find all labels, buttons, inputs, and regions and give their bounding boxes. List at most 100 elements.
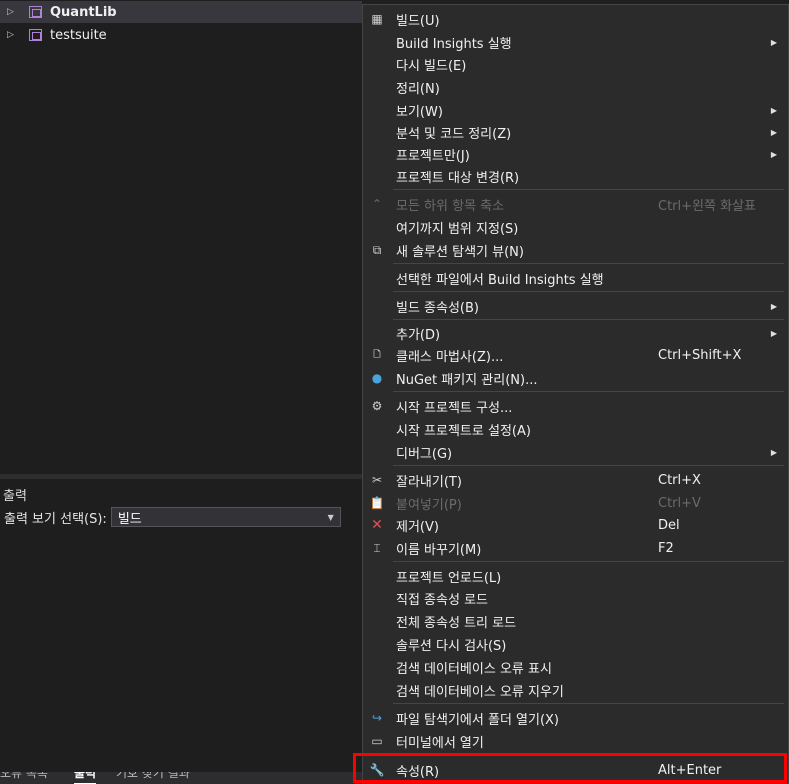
menu-item-label: 시작 프로젝트로 설정(A) <box>396 423 531 439</box>
menu-item-project-only[interactable]: 프로젝트만(J) ▶ <box>363 143 788 165</box>
project-icon <box>29 6 42 18</box>
menu-item-label: 검색 데이터베이스 오류 지우기 <box>396 684 564 700</box>
menu-item-view[interactable]: 보기(W) ▶ <box>363 99 788 121</box>
tree-item-testsuite[interactable]: ▷ testsuite <box>0 24 362 46</box>
menu-item-build[interactable]: ▦ 빌드(U) <box>363 8 788 30</box>
menu-item-label: 검색 데이터베이스 오류 표시 <box>396 661 552 677</box>
menu-item-label: 선택한 파일에서 Build Insights 실행 <box>396 272 604 288</box>
collapse-icon: ⌃ <box>371 197 383 211</box>
menu-item-unload-project[interactable]: 프로젝트 언로드(L) <box>363 565 788 587</box>
menu-item-label: 이름 바꾸기(M) <box>396 542 482 558</box>
terminal-icon: ▭ <box>371 734 383 748</box>
menu-item-collapse-all[interactable]: ⌃ 모든 하위 항목 축소 Ctrl+왼쪽 화살표 <box>363 193 788 215</box>
menu-separator <box>393 291 784 292</box>
menu-item-clean[interactable]: 정리(N) <box>363 76 788 98</box>
menu-item-class-wizard[interactable]: 🗋 클래스 마법사(Z)... Ctrl+Shift+X <box>363 344 788 366</box>
menu-item-label: 프로젝트만(J) <box>396 148 470 164</box>
output-panel: 출력 출력 보기 선택(S): 빌드 ▼ 오류 목록 출력 기호 찾기 결과 <box>0 479 362 784</box>
menu-item-retarget[interactable]: 프로젝트 대상 변경(R) <box>363 165 788 187</box>
menu-separator <box>393 189 784 190</box>
menu-item-label: 다시 빌드(E) <box>396 58 467 74</box>
tree-item-quantlib[interactable]: ▷ QuantLib <box>0 1 362 23</box>
class-wizard-icon: 🗋 <box>373 350 381 360</box>
menu-item-remove[interactable]: ✕ 제거(V) Del <box>363 514 788 536</box>
menu-separator <box>393 263 784 264</box>
menu-item-configure-startup[interactable]: ⚙ 시작 프로젝트 구성... <box>363 395 788 417</box>
menu-separator <box>393 561 784 562</box>
menu-item-label: 전체 종속성 트리 로드 <box>396 615 517 631</box>
menu-item-shortcut: Ctrl+V <box>658 495 701 511</box>
paste-icon: 📋 <box>369 496 385 510</box>
delete-icon: ✕ <box>371 517 383 533</box>
output-source-select[interactable]: 빌드 ▼ <box>110 507 341 527</box>
menu-item-label: 모든 하위 항목 축소 <box>396 198 505 214</box>
rename-icon: ⌶ <box>373 540 381 555</box>
menu-item-shortcut: Ctrl+X <box>658 472 701 488</box>
menu-separator <box>393 319 784 320</box>
highlight-box-properties <box>353 753 787 783</box>
menu-item-label: 시작 프로젝트 구성... <box>396 400 513 416</box>
menu-item-clear-db-errors[interactable]: 검색 데이터베이스 오류 지우기 <box>363 679 788 701</box>
menu-item-load-direct-deps[interactable]: 직접 종속성 로드 <box>363 587 788 609</box>
menu-item-open-in-terminal[interactable]: ▭ 터미널에서 열기 <box>363 730 788 752</box>
menu-item-open-in-explorer[interactable]: ↪ 파일 탐색기에서 폴더 열기(X) <box>363 707 788 729</box>
output-source-label: 출력 보기 선택(S): <box>4 511 107 527</box>
menu-item-show-db-errors[interactable]: 검색 데이터베이스 오류 표시 <box>363 656 788 678</box>
output-panel-title: 출력 <box>3 489 27 504</box>
submenu-arrow-icon: ▶ <box>770 37 777 47</box>
menu-item-rescan-solution[interactable]: 솔루션 다시 검사(S) <box>363 633 788 655</box>
output-source-value: 빌드 <box>117 511 142 527</box>
menu-item-paste[interactable]: 📋 붙여넣기(P) Ctrl+V <box>363 492 788 514</box>
menu-item-shortcut: Ctrl+왼쪽 화살표 <box>658 198 756 214</box>
tab-error-list[interactable]: 오류 목록 <box>0 772 48 783</box>
menu-item-run-build-insights[interactable]: Build Insights 실행 ▶ <box>363 31 788 53</box>
menu-item-shortcut: F2 <box>658 540 674 556</box>
submenu-arrow-icon: ▶ <box>770 447 777 457</box>
menu-item-label: 빌드 종속성(B) <box>396 300 479 316</box>
menu-item-label: 추가(D) <box>396 327 441 343</box>
tab-find-symbol-results[interactable]: 기호 찾기 결과 <box>116 772 190 783</box>
menu-item-rebuild[interactable]: 다시 빌드(E) <box>363 53 788 75</box>
menu-item-label: 디버그(G) <box>396 446 453 462</box>
menu-item-cut[interactable]: ✂ 잘라내기(T) Ctrl+X <box>363 469 788 491</box>
submenu-arrow-icon: ▶ <box>770 149 777 159</box>
scissors-icon: ✂ <box>371 473 383 487</box>
menu-item-build-insights-selected[interactable]: 선택한 파일에서 Build Insights 실행 <box>363 267 788 289</box>
menu-item-add[interactable]: 추가(D) ▶ <box>363 322 788 344</box>
menu-item-label: 빌드(U) <box>396 13 440 29</box>
menu-item-build-dependencies[interactable]: 빌드 종속성(B) ▶ <box>363 295 788 317</box>
menu-separator <box>393 391 784 392</box>
menu-item-analyze-cleanup[interactable]: 분석 및 코드 정리(Z) ▶ <box>363 121 788 143</box>
menu-item-load-full-tree[interactable]: 전체 종속성 트리 로드 <box>363 610 788 632</box>
menu-item-label: 제거(V) <box>396 519 439 535</box>
menu-item-label: Build Insights 실행 <box>396 36 512 52</box>
menu-item-set-startup[interactable]: 시작 프로젝트로 설정(A) <box>363 418 788 440</box>
tab-output[interactable]: 출력 <box>74 772 97 784</box>
output-source-row: 출력 보기 선택(S): 빌드 ▼ <box>4 507 341 527</box>
menu-item-debug[interactable]: 디버그(G) ▶ <box>363 441 788 463</box>
tree-item-label: QuantLib <box>50 4 117 20</box>
project-icon <box>29 29 42 41</box>
chevron-right-icon[interactable]: ▷ <box>7 7 17 17</box>
menu-item-new-explorer-view[interactable]: ⧉ 새 솔루션 탐색기 뷰(N) <box>363 239 788 261</box>
menu-item-rename[interactable]: ⌶ 이름 바꾸기(M) F2 <box>363 537 788 559</box>
chevron-down-icon: ▼ <box>327 512 334 522</box>
build-icon: ▦ <box>371 12 383 26</box>
tree-item-label: testsuite <box>50 27 107 43</box>
menu-separator <box>393 465 784 466</box>
submenu-arrow-icon: ▶ <box>770 301 777 311</box>
menu-item-manage-nuget[interactable]: ● NuGet 패키지 관리(N)... <box>363 367 788 389</box>
menu-item-label: 분석 및 코드 정리(Z) <box>396 126 512 142</box>
gear-icon: ⚙ <box>371 399 383 413</box>
submenu-arrow-icon: ▶ <box>770 127 777 137</box>
new-view-icon: ⧉ <box>372 242 382 257</box>
menu-separator <box>393 703 784 704</box>
menu-item-label: 보기(W) <box>396 104 443 120</box>
menu-item-label: NuGet 패키지 관리(N)... <box>396 372 538 388</box>
menu-item-scope-to-this[interactable]: 여기까지 범위 지정(S) <box>363 216 788 238</box>
bottom-tab-strip: 오류 목록 출력 기호 찾기 결과 <box>0 772 362 784</box>
submenu-arrow-icon: ▶ <box>770 328 777 338</box>
menu-item-label: 클래스 마법사(Z)... <box>396 349 504 365</box>
menu-item-label: 파일 탐색기에서 폴더 열기(X) <box>396 712 560 728</box>
chevron-right-icon[interactable]: ▷ <box>7 30 17 40</box>
